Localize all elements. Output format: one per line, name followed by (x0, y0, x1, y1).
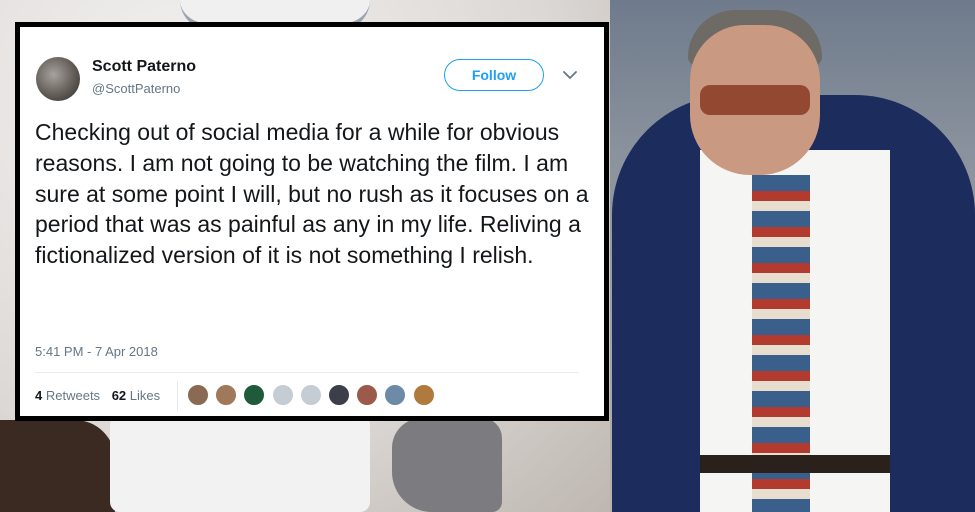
liker-avatar[interactable] (215, 384, 238, 406)
liker-avatar[interactable] (384, 384, 407, 406)
tweet-text: Checking out of social media for a while… (35, 119, 589, 269)
likes-label: Likes (129, 388, 161, 403)
background-glasses (700, 85, 810, 115)
likes-count: 62 (111, 388, 127, 403)
retweets-label: Retweets (45, 388, 101, 403)
engagement-stats: 4 Retweets 62 Likes (35, 388, 160, 403)
follow-button[interactable]: Follow (444, 59, 544, 91)
liker-avatars (187, 384, 441, 406)
background-arm (0, 420, 115, 512)
liker-avatar[interactable] (271, 384, 294, 406)
background-football-pants (110, 415, 370, 512)
liker-avatar[interactable] (299, 384, 322, 406)
liker-avatar[interactable] (356, 384, 379, 406)
background-belt (700, 455, 890, 473)
stats-divider (177, 381, 178, 411)
chevron-down-icon[interactable] (560, 65, 580, 85)
liker-avatar[interactable] (243, 384, 266, 406)
retweets-link[interactable]: 4 Retweets (35, 388, 100, 403)
author-avatar[interactable] (36, 57, 80, 101)
likes-link[interactable]: 62 Likes (112, 388, 160, 403)
liker-avatar[interactable] (187, 384, 209, 406)
author-name[interactable]: Scott Paterno (92, 58, 196, 76)
liker-avatar[interactable] (412, 384, 435, 406)
tweet-card: Scott Paterno @ScottPaterno Follow Check… (15, 22, 609, 421)
divider (35, 372, 579, 373)
liker-avatar[interactable] (327, 384, 350, 406)
background-glove (392, 418, 502, 512)
tweet-timestamp[interactable]: 5:41 PM - 7 Apr 2018 (35, 344, 158, 359)
retweets-count: 4 (35, 388, 43, 403)
author-handle[interactable]: @ScottPaterno (92, 81, 180, 96)
